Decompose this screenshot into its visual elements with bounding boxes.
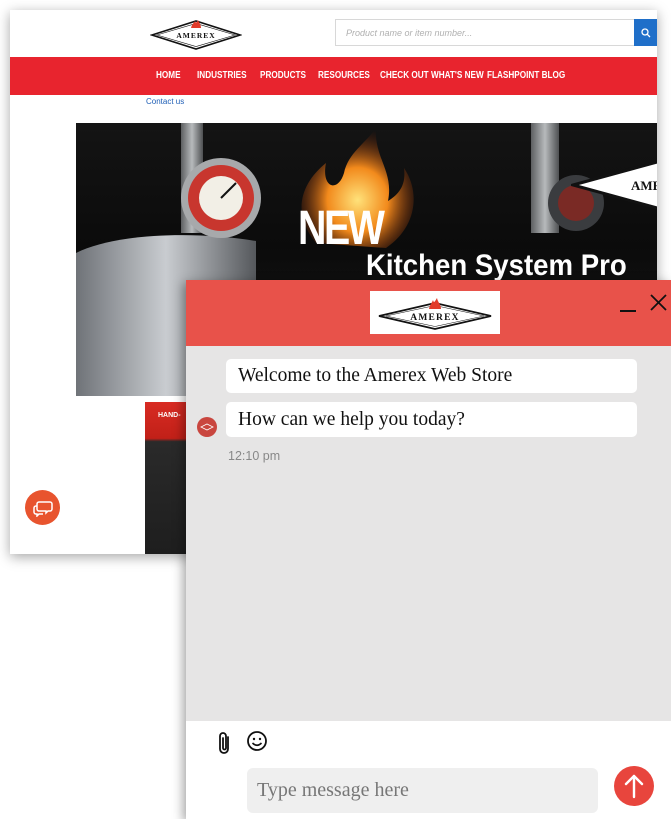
chat-header: AMEREX: [186, 280, 671, 346]
chat-widget: AMEREX Welcome to the Amerex Web Store H…: [186, 280, 671, 819]
search-input[interactable]: [335, 19, 635, 46]
main-navigation: HOME INDUSTRIES PRODUCTS RESOURCES CHECK…: [10, 57, 657, 95]
chat-launcher-button[interactable]: [25, 490, 60, 525]
minimize-icon[interactable]: [618, 294, 638, 314]
site-header: AMEREX: [10, 10, 657, 56]
paperclip-icon[interactable]: [216, 730, 234, 756]
chat-bubbles-icon: [32, 500, 53, 517]
message-input[interactable]: [247, 768, 598, 813]
chat-message: How can we help you today?: [226, 402, 637, 437]
promo-label: HAND-: [158, 412, 181, 419]
agent-avatar: [197, 417, 217, 437]
chat-amerex-logo: AMEREX: [378, 297, 492, 330]
hero-amerex-logo: AMEREX: [571, 160, 657, 210]
agent-logo-icon: [200, 423, 214, 431]
svg-text:AMEREX: AMEREX: [176, 31, 215, 40]
message-timestamp: 12:10 pm: [228, 449, 281, 463]
nav-home[interactable]: HOME: [156, 69, 181, 81]
nav-products[interactable]: PRODUCTS: [260, 69, 306, 81]
svg-text:AMEREX: AMEREX: [631, 178, 657, 193]
search-button[interactable]: [634, 19, 657, 46]
arrow-up-icon: [624, 774, 644, 799]
nav-flashpoint-blog[interactable]: FLASHPOINT BLOG: [487, 69, 565, 81]
amerex-logo[interactable]: AMEREX: [150, 18, 242, 52]
hero-subtitle: Kitchen System Pro: [366, 249, 627, 282]
hero-headline: NEW: [298, 202, 385, 255]
chat-logo-box: AMEREX: [370, 291, 500, 334]
nav-resources[interactable]: RESOURCES: [318, 69, 370, 81]
chat-message: Welcome to the Amerex Web Store: [226, 359, 637, 393]
send-button[interactable]: [614, 766, 654, 806]
search-icon: [640, 27, 650, 37]
contact-us-link[interactable]: Contact us: [146, 97, 184, 106]
smiley-icon[interactable]: [246, 730, 268, 752]
nav-whats-new[interactable]: CHECK OUT WHAT'S NEW: [380, 69, 484, 81]
svg-text:AMEREX: AMEREX: [410, 313, 459, 323]
close-icon[interactable]: [648, 292, 668, 312]
nav-industries[interactable]: INDUSTRIES: [197, 69, 247, 81]
